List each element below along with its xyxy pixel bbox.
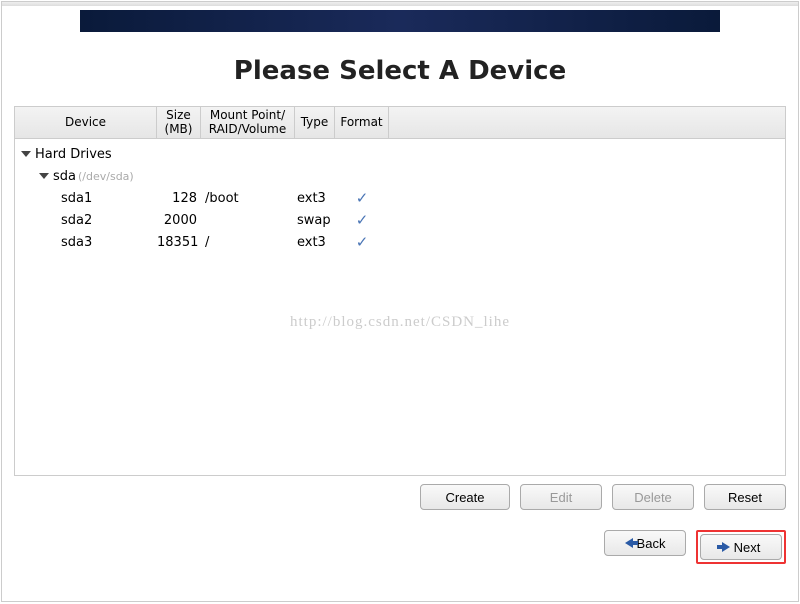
partition-size: 128	[157, 191, 201, 206]
page-title: Please Select A Device	[2, 56, 798, 86]
next-button[interactable]: Next	[700, 534, 782, 560]
arrow-left-icon	[625, 538, 633, 548]
check-icon: ✓	[356, 211, 369, 229]
window-topbar	[2, 2, 798, 6]
group-label: Hard Drives	[35, 147, 112, 162]
check-icon: ✓	[356, 233, 369, 251]
reset-button[interactable]: Reset	[704, 484, 786, 510]
table-row[interactable]: sda3 18351 / ext3 ✓	[15, 231, 785, 253]
col-type[interactable]: Type	[295, 107, 335, 138]
table-buttons: Create Edit Delete Reset	[2, 476, 798, 510]
create-button[interactable]: Create	[420, 484, 510, 510]
partition-type: ext3	[295, 191, 335, 206]
col-format[interactable]: Format	[335, 107, 389, 138]
partition-name: sda2	[15, 213, 157, 228]
disk-path: (/dev/sda)	[78, 170, 134, 183]
col-mount[interactable]: Mount Point/ RAID/Volume	[201, 107, 295, 138]
col-device[interactable]: Device	[15, 107, 157, 138]
partition-name: sda1	[15, 191, 157, 206]
col-size[interactable]: Size (MB)	[157, 107, 201, 138]
partition-size: 18351	[157, 235, 201, 250]
disk-name: sda	[53, 169, 76, 184]
back-label: Back	[637, 536, 666, 551]
header-banner	[80, 10, 720, 32]
partition-name: sda3	[15, 235, 157, 250]
expand-icon[interactable]	[39, 173, 49, 179]
table-header: Device Size (MB) Mount Point/ RAID/Volum…	[15, 107, 785, 139]
device-table: Device Size (MB) Mount Point/ RAID/Volum…	[14, 106, 786, 476]
next-highlight: Next	[696, 530, 786, 564]
table-row[interactable]: sda1 128 /boot ext3 ✓	[15, 187, 785, 209]
arrow-right-icon	[722, 542, 730, 552]
nav-buttons: Back Next	[2, 510, 798, 564]
tree-group-row[interactable]: Hard Drives	[15, 143, 785, 165]
partition-mount: /	[201, 235, 295, 250]
partition-size: 2000	[157, 213, 201, 228]
delete-button: Delete	[612, 484, 694, 510]
back-button[interactable]: Back	[604, 530, 686, 556]
check-icon: ✓	[356, 189, 369, 207]
partition-mount: /boot	[201, 191, 295, 206]
edit-button: Edit	[520, 484, 602, 510]
tree-disk-row[interactable]: sda (/dev/sda)	[15, 165, 785, 187]
next-label: Next	[734, 540, 761, 555]
expand-icon[interactable]	[21, 151, 31, 157]
partition-type: swap	[295, 213, 335, 228]
partition-type: ext3	[295, 235, 335, 250]
table-row[interactable]: sda2 2000 swap ✓	[15, 209, 785, 231]
